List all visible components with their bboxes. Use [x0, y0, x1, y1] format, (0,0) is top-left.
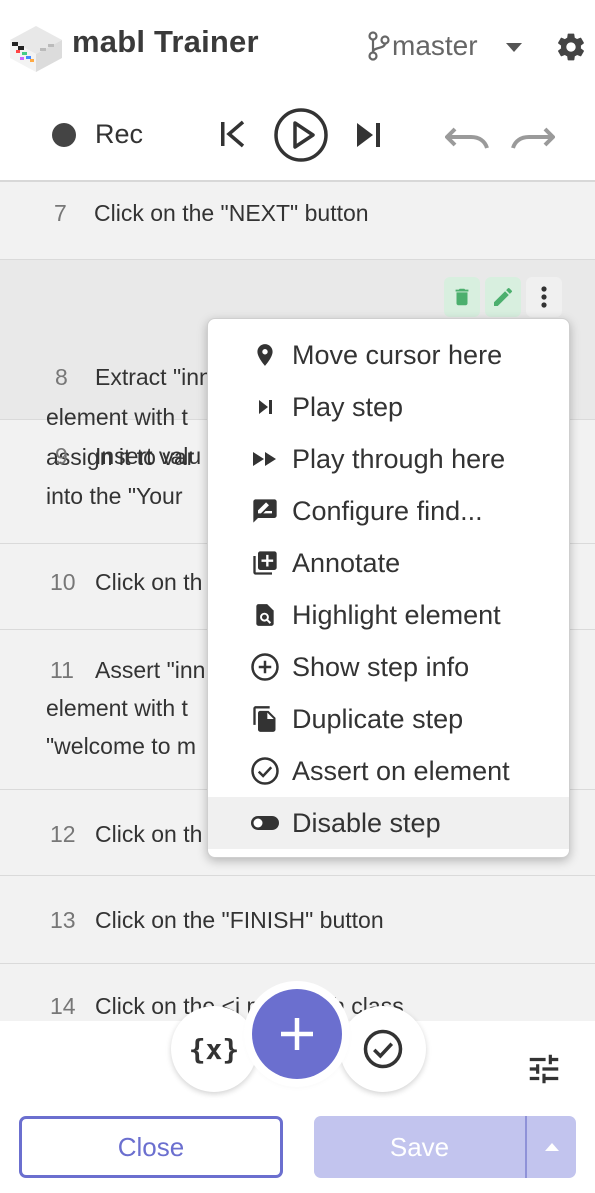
menu-item-step-info[interactable]: Show step info	[208, 641, 569, 693]
undo-icon[interactable]	[445, 121, 489, 151]
record-label[interactable]: Rec	[95, 119, 143, 150]
menu-item-label: Play through here	[292, 443, 506, 474]
edit-step-button[interactable]	[485, 277, 521, 317]
check-circle-icon	[363, 1029, 403, 1069]
git-branch-icon	[368, 31, 390, 61]
chevron-down-icon[interactable]	[506, 43, 522, 52]
highlight-element-icon	[248, 598, 282, 632]
menu-item-play-through[interactable]: Play through here	[208, 433, 569, 485]
play-step-icon	[248, 390, 282, 424]
menu-item-label: Play step	[292, 391, 404, 422]
menu-item-assert[interactable]: Assert on element	[208, 745, 569, 797]
mabl-logo	[10, 26, 62, 72]
fast-forward-icon	[248, 442, 282, 476]
step-number: 7	[54, 200, 67, 226]
menu-item-highlight[interactable]: Highlight element	[208, 589, 569, 641]
assert-button[interactable]	[340, 1006, 426, 1092]
variables-icon: {x}	[188, 1032, 240, 1066]
menu-item-move-cursor[interactable]: Move cursor here	[208, 329, 569, 381]
save-button[interactable]: Save	[314, 1116, 525, 1178]
step-text: Assert "inn	[95, 657, 206, 683]
step-text: into the "Your	[46, 483, 183, 509]
location-pin-icon	[248, 338, 282, 372]
app-title: mabl Trainer	[72, 24, 259, 59]
header: mabl Trainer master	[0, 0, 595, 95]
step-number: 10	[50, 569, 76, 595]
branch-selector[interactable]: master	[368, 30, 478, 62]
step-number: 11	[50, 657, 74, 683]
variables-button[interactable]: {x}	[171, 1006, 257, 1092]
step-tools	[444, 277, 562, 317]
record-button[interactable]	[52, 123, 76, 147]
step-text: Insert valu	[95, 443, 202, 469]
step-text: Click on the "NEXT" button	[94, 200, 369, 226]
step-text: Click on the "FINISH" button	[95, 907, 384, 933]
menu-item-duplicate[interactable]: Duplicate step	[208, 693, 569, 745]
redo-icon[interactable]	[511, 121, 555, 151]
annotate-icon	[248, 546, 282, 580]
step-text: "welcome to m	[46, 733, 197, 759]
menu-item-annotate[interactable]: Annotate	[208, 537, 569, 589]
step-text: Click on th	[95, 569, 203, 595]
menu-item-label: Move cursor here	[292, 339, 503, 370]
list-item[interactable]: 13 Click on the "FINISH" button	[0, 876, 595, 964]
step-text: element with t	[46, 695, 188, 721]
chevron-up-icon	[544, 1143, 559, 1151]
check-circle-icon	[248, 754, 282, 788]
step-more-button[interactable]	[526, 277, 562, 317]
pencil-icon	[494, 287, 513, 306]
menu-item-label: Duplicate step	[292, 703, 464, 734]
menu-item-play-step[interactable]: Play step	[208, 381, 569, 433]
branch-name: master	[392, 30, 478, 61]
close-button[interactable]: Close	[19, 1116, 283, 1178]
skip-back-icon[interactable]	[218, 118, 248, 150]
step-number: 9	[55, 443, 68, 469]
menu-item-label: Configure find...	[292, 495, 483, 526]
step-number: 8	[55, 364, 68, 390]
menu-item-disable[interactable]: Disable step	[208, 797, 569, 849]
duplicate-icon	[248, 702, 282, 736]
step-context-menu: Move cursor here Play step Play through …	[207, 318, 570, 858]
add-circle-icon	[248, 650, 282, 684]
save-options-button[interactable]	[525, 1116, 576, 1178]
gear-icon[interactable]	[555, 31, 587, 63]
step-number: 12	[50, 821, 76, 847]
tune-icon[interactable]	[524, 1050, 564, 1088]
menu-item-label: Show step info	[292, 651, 470, 682]
list-item[interactable]: 7 Click on the "NEXT" button	[0, 182, 595, 260]
action-row: {x}	[0, 975, 595, 1095]
toggle-icon	[248, 806, 282, 840]
step-number: 13	[50, 907, 76, 933]
menu-item-label: Assert on element	[292, 755, 510, 786]
menu-item-label: Disable step	[292, 807, 441, 838]
trash-icon	[455, 288, 469, 306]
configure-find-icon	[248, 494, 282, 528]
menu-item-configure-find[interactable]: Configure find...	[208, 485, 569, 537]
menu-item-label: Annotate	[292, 547, 401, 578]
plus-icon	[281, 1018, 313, 1050]
step-text: Click on th	[95, 821, 203, 847]
delete-step-button[interactable]	[444, 277, 480, 317]
skip-forward-icon[interactable]	[354, 119, 384, 151]
more-vertical-icon	[541, 286, 547, 308]
menu-item-label: Highlight element	[292, 599, 501, 630]
play-icon[interactable]	[273, 107, 329, 163]
add-step-button[interactable]	[252, 989, 342, 1079]
